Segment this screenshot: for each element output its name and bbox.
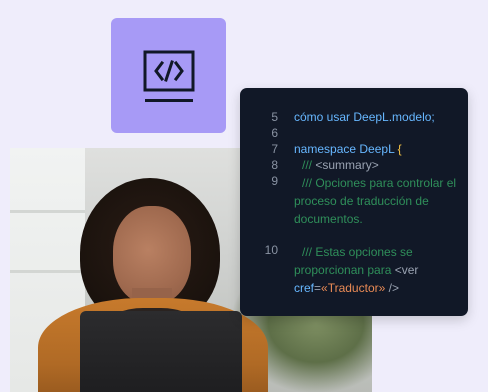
line-number: 5 (271, 110, 278, 124)
code-tag: <summary> (315, 158, 379, 172)
code-identifier: DeepL (359, 142, 395, 156)
code-text: /// Estas opciones se proporcionan para … (294, 243, 459, 297)
code-panel: 5 cómo usar DeepL.modelo; 6 7 namespace … (240, 88, 468, 316)
code-attribute: cref=«Traductor» (294, 281, 386, 295)
code-brace: { (397, 142, 402, 156)
line-number: 7 (271, 142, 278, 156)
line-number: 8 (271, 158, 278, 172)
laptop (80, 311, 242, 392)
code-text: /// <summary> (302, 158, 467, 173)
line-number: 10 (264, 243, 278, 257)
line-number: 6 (271, 126, 278, 140)
window-frame (10, 210, 85, 213)
code-comment: /// Opciones para controlar el proceso d… (294, 176, 457, 226)
code-text: namespace DeepL { (294, 142, 459, 157)
window-frame (10, 270, 85, 273)
code-tag-close: /> (388, 281, 399, 295)
code-comment: /// (302, 158, 313, 172)
line-number: 9 (271, 174, 278, 188)
code-icon (143, 50, 195, 102)
code-tag: <ver (394, 263, 419, 277)
code-text: cómo usar DeepL.modelo; (294, 110, 435, 124)
code-icon-tile (111, 18, 226, 133)
code-keyword: namespace (294, 142, 357, 156)
